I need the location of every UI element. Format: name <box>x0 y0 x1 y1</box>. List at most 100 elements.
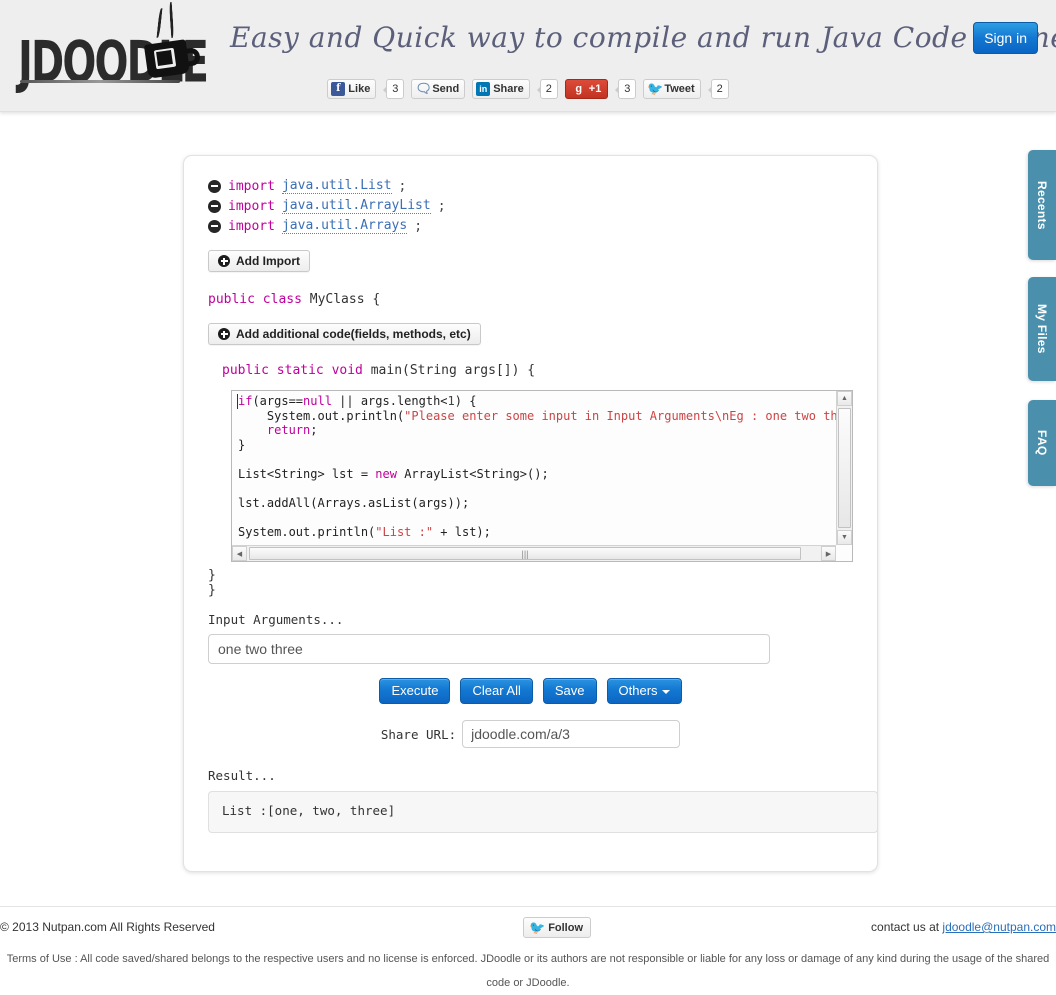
facebook-like-count: 3 <box>383 79 405 99</box>
code-line: if(args==null || args.length<1) { <box>237 394 836 409</box>
scroll-up-icon[interactable]: ▲ <box>837 391 852 406</box>
code-line: System.out.println("List :" + lst); <box>238 525 491 540</box>
code-editor-panel: import java.util.List; import java.util.… <box>183 155 878 872</box>
plus-icon <box>218 328 230 340</box>
import-row: import java.util.ArrayList; <box>208 196 853 216</box>
class-declaration: public class MyClass { <box>208 292 853 307</box>
twitter-tweet-count: 2 <box>707 79 729 99</box>
remove-import-icon[interactable] <box>208 199 221 213</box>
social-share-bar: f Like 3 🗨 Send in Share 2 g +1 3 🐦 Twee… <box>0 78 1056 100</box>
closing-brace-outer: } <box>208 583 216 598</box>
code-horizontal-scrollbar[interactable]: ◀ ||| ▶ <box>232 545 836 561</box>
facebook-like-button[interactable]: f Like <box>327 79 377 99</box>
google-plus-button[interactable]: g +1 <box>564 79 609 99</box>
others-label: Others <box>618 683 658 698</box>
scroll-down-icon[interactable]: ▼ <box>837 530 852 545</box>
site-header: JDOODLE Easy and Quick way to compile an… <box>0 0 1056 112</box>
contact-info: contact us at jdoodle@nutpan.com <box>871 920 1056 934</box>
facebook-icon: f <box>331 82 346 96</box>
side-tab-my-files[interactable]: My Files <box>1028 277 1056 381</box>
linkedin-share-count: 2 <box>536 79 558 99</box>
share-url-row: Share URL: <box>208 720 853 748</box>
chevron-down-icon <box>661 689 670 694</box>
code-line: } <box>238 437 246 452</box>
import-keyword: import <box>228 198 275 214</box>
side-tab-recents[interactable]: Recents <box>1028 150 1056 260</box>
scroll-left-icon[interactable]: ◀ <box>232 546 247 561</box>
tagline: Easy and Quick way to compile and run Ja… <box>230 21 1056 54</box>
twitter-tweet-button[interactable]: 🐦 Tweet <box>643 79 701 99</box>
contact-email-link[interactable]: jdoodle@nutpan.com <box>942 920 1056 934</box>
import-package-input[interactable]: java.util.List <box>281 178 392 194</box>
code-content[interactable]: if(args==null || args.length<1) { System… <box>232 391 836 545</box>
linkedin-share-label: Share <box>493 83 524 95</box>
class-modifier: public class <box>208 292 302 307</box>
result-output: List :[one, two, three] <box>208 791 878 833</box>
import-keyword: import <box>228 178 275 194</box>
execute-button[interactable]: Execute <box>379 678 451 704</box>
add-import-label: Add Import <box>236 254 300 268</box>
facebook-like-label: Like <box>348 83 371 95</box>
side-tab-my-files-label: My Files <box>1035 304 1049 354</box>
add-additional-code-button[interactable]: Add additional code(fields, methods, etc… <box>208 323 481 345</box>
import-row: import java.util.Arrays; <box>208 216 853 236</box>
scroll-right-icon[interactable]: ▶ <box>821 546 836 561</box>
import-keyword: import <box>228 218 275 234</box>
add-import-button[interactable]: Add Import <box>208 250 310 272</box>
facebook-send-button[interactable]: 🗨 Send <box>411 79 466 99</box>
main-method-signature: public static void main(String args[]) { <box>208 363 853 378</box>
import-semicolon: ; <box>437 198 446 214</box>
clear-all-button[interactable]: Clear All <box>460 678 533 704</box>
input-arguments-field[interactable] <box>208 634 770 664</box>
import-semicolon: ; <box>398 178 407 194</box>
twitter-icon: 🐦 <box>647 81 664 96</box>
vertical-scroll-thumb[interactable] <box>838 408 851 528</box>
import-package-input[interactable]: java.util.ArrayList <box>281 198 431 214</box>
google-plus-icon: g <box>575 83 583 95</box>
class-name: MyClass { <box>301 292 381 307</box>
imports-section: import java.util.List; import java.util.… <box>208 176 853 236</box>
google-plus-count: 3 <box>615 79 637 99</box>
closing-brace-inner: } <box>208 568 216 583</box>
facebook-send-label: Send <box>432 83 460 95</box>
code-textarea[interactable]: if(args==null || args.length<1) { System… <box>231 390 853 562</box>
plus-icon <box>218 255 230 267</box>
twitter-follow-button[interactable]: 🐦 Follow <box>523 917 592 938</box>
code-line: System.out.println("Please enter some in… <box>238 408 836 423</box>
remove-import-icon[interactable] <box>208 219 221 233</box>
twitter-tweet-label: Tweet <box>664 83 695 95</box>
input-arguments-label: Input Arguments... <box>208 612 344 627</box>
scroll-grip-icon: ||| <box>521 548 529 559</box>
sign-in-button[interactable]: Sign in <box>973 22 1038 54</box>
others-dropdown-button[interactable]: Others <box>606 678 682 704</box>
code-vertical-scrollbar[interactable]: ▲ ▼ <box>836 391 852 545</box>
terms-of-use-text: Terms of Use : All code saved/shared bel… <box>6 953 1050 989</box>
contact-prefix: contact us at <box>871 920 943 934</box>
site-footer: © 2013 Nutpan.com All Rights Reserved 🐦 … <box>0 906 1056 989</box>
google-plus-label: +1 <box>588 83 602 95</box>
main-rest: main(String args[]) { <box>362 363 536 378</box>
linkedin-icon: in <box>476 82 491 96</box>
linkedin-share-button[interactable]: in Share <box>472 79 530 99</box>
add-additional-code-label: Add additional code(fields, methods, etc… <box>236 327 471 341</box>
save-button[interactable]: Save <box>542 678 597 704</box>
twitter-icon: 🐦 <box>529 919 546 935</box>
horizontal-scroll-thumb[interactable]: ||| <box>249 547 801 560</box>
remove-import-icon[interactable] <box>208 179 221 193</box>
side-tab-faq[interactable]: FAQ <box>1028 400 1056 486</box>
share-url-field[interactable] <box>462 720 681 748</box>
import-row: import java.util.List; <box>208 176 853 196</box>
code-line: lst.addAll(Arrays.asList(args)); <box>238 496 470 511</box>
code-line: return; <box>266 423 318 438</box>
share-url-label: Share URL: <box>380 726 457 742</box>
side-tab-faq-label: FAQ <box>1035 430 1049 456</box>
send-icon: 🗨 <box>415 81 432 96</box>
result-label: Result... <box>208 768 276 783</box>
main-modifier: public static void <box>222 363 363 378</box>
side-tab-recents-label: Recents <box>1035 180 1049 230</box>
import-package-input[interactable]: java.util.Arrays <box>281 218 408 234</box>
code-line: List<String> lst = new ArrayList<String>… <box>238 466 549 481</box>
